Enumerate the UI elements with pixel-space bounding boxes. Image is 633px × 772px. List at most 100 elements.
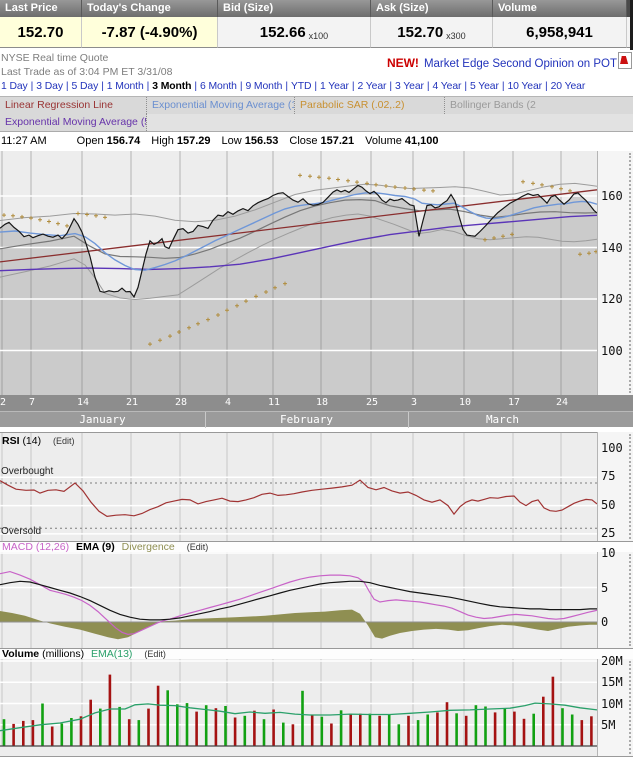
- y-axis-label-5m: 5M: [601, 718, 615, 732]
- axis-dotted-edge: [629, 661, 631, 754]
- nav-separator: |: [352, 81, 355, 92]
- ask-price: 152.70: [397, 24, 443, 41]
- rsi-panel: RSI (14) (Edit) Overbought Oversold: [0, 432, 597, 541]
- nav-separator: |: [240, 81, 243, 92]
- month-label-february: February: [205, 413, 408, 426]
- last-price-header: Last Price: [0, 0, 82, 17]
- x-axis-month-band: JanuaryFebruaryMarch: [0, 411, 633, 427]
- nav-separator: |: [31, 81, 34, 92]
- range-9-month[interactable]: 9 Month: [245, 81, 282, 92]
- range-3-year[interactable]: 3 Year: [395, 81, 424, 92]
- axis-dotted-edge: [629, 554, 631, 646]
- day-tick-14: 14: [76, 397, 90, 408]
- ohlc-low-label: Low: [222, 135, 242, 147]
- day-tick-17: 17: [507, 397, 521, 408]
- ohlc-low-value: 156.53: [245, 135, 279, 147]
- ask-size-header: Ask (Size): [371, 0, 493, 17]
- nav-separator: |: [545, 81, 548, 92]
- new-badge: NEW!: [387, 56, 419, 70]
- nav-separator: |: [66, 81, 69, 92]
- ohlc-high-value: 157.29: [177, 135, 211, 147]
- day-tick-4: 4: [221, 397, 235, 408]
- range-20-year[interactable]: 20 Year: [551, 81, 586, 92]
- ohlc-open-value: 156.74: [107, 135, 141, 147]
- bid-value: 152.66x100: [218, 17, 371, 48]
- main-price-chart: [0, 151, 597, 395]
- range-1-year[interactable]: 1 Year: [320, 81, 349, 92]
- ohlc-volume-value: 41,100: [405, 135, 439, 147]
- legend-bollinger-bands-2: Bollinger Bands (2: [445, 97, 633, 114]
- quote-time: 11:27 AM: [1, 135, 47, 147]
- pdf-icon[interactable]: [618, 52, 632, 69]
- exchange-info: NYSE Real time Quote: [1, 52, 108, 64]
- day-tick-24: 24: [555, 397, 569, 408]
- range-2-year[interactable]: 2 Year: [358, 81, 387, 92]
- main-price-chart-svg: [0, 151, 597, 395]
- day-tick-21: 21: [125, 397, 139, 408]
- day-tick-11: 11: [267, 397, 281, 408]
- nav-separator: |: [389, 81, 392, 92]
- y-axis-label-20m: 20M: [601, 654, 623, 668]
- x-axis-day-band: 2714212841118253101724: [0, 395, 633, 411]
- day-tick-18: 18: [315, 397, 329, 408]
- bid-size-header: Bid (Size): [218, 0, 371, 17]
- range-5-day[interactable]: 5 Day: [72, 81, 99, 92]
- legend-linear-regression-line: Linear Regression Line: [0, 97, 147, 114]
- range-10-year[interactable]: 10 Year: [507, 81, 542, 92]
- nav-separator: |: [427, 81, 430, 92]
- day-tick-10: 10: [458, 397, 472, 408]
- volume-value: 6,958,941: [493, 17, 627, 48]
- y-axis-label-100: 100: [601, 441, 623, 455]
- y-axis-label-10: 10: [601, 546, 615, 560]
- range-1-day[interactable]: 1 Day: [1, 81, 28, 92]
- y-axis-label-75: 75: [601, 469, 615, 483]
- legend-exponential-moving-average-50: Exponential Moving Average (50): [0, 114, 147, 131]
- legend-parabolic-sar-02-2: Parabolic SAR (.02,.2): [295, 97, 445, 114]
- volume-header-strip: Volume (millions) EMA(13) (Edit): [0, 648, 633, 659]
- market-edge-link[interactable]: Market Edge Second Opinion on POT: [424, 58, 617, 70]
- range-ytd[interactable]: YTD: [291, 81, 311, 92]
- macd-edit-link[interactable]: (Edit): [187, 542, 209, 552]
- day-tick-28: 28: [174, 397, 188, 408]
- ohlc-open-label: Open: [77, 135, 104, 147]
- macd-y-axis: [597, 552, 633, 648]
- y-axis-label-10m: 10M: [601, 697, 623, 711]
- volume-edit-link[interactable]: (Edit): [144, 649, 166, 659]
- indicator-legend-row-2: Exponential Moving Average (50): [0, 114, 633, 132]
- range-5-year[interactable]: 5 Year: [470, 81, 499, 92]
- y-axis-label-50: 50: [601, 498, 615, 512]
- y-axis-label-100: 100: [601, 344, 623, 358]
- nav-separator: |: [464, 81, 467, 92]
- day-tick-3: 3: [407, 397, 421, 408]
- bid-size: x100: [309, 31, 329, 41]
- overbought-label: Overbought: [1, 466, 53, 477]
- macd-chart-svg: [0, 552, 597, 648]
- volume-header: Volume: [493, 0, 627, 17]
- day-tick-2: 2: [0, 397, 10, 408]
- range-3-day[interactable]: 3 Day: [36, 81, 63, 92]
- y-axis-label-25: 25: [601, 526, 615, 540]
- y-axis-label-15m: 15M: [601, 675, 623, 689]
- range-4-year[interactable]: 4 Year: [432, 81, 461, 92]
- range-1-month[interactable]: 1 Month: [107, 81, 144, 92]
- month-label-january: January: [0, 413, 205, 426]
- rsi-chart-svg: [0, 433, 597, 542]
- nav-separator: |: [194, 81, 197, 92]
- ohlc-close-label: Close: [289, 135, 317, 147]
- nav-separator: |: [314, 81, 317, 92]
- y-axis-label-5: 5: [601, 581, 608, 595]
- nav-separator: |: [101, 81, 104, 92]
- macd-panel: [0, 552, 597, 648]
- ohlc-high-label: High: [151, 135, 174, 147]
- ohlc-volume-label: Volume: [365, 135, 402, 147]
- quote-value-row: 152.70 -7.87 (-4.90%) 152.66x100 152.70x…: [0, 17, 633, 48]
- month-label-march: March: [408, 413, 597, 426]
- nav-separator: |: [502, 81, 505, 92]
- range-6-month[interactable]: 6 Month: [200, 81, 237, 92]
- day-tick-7: 7: [25, 397, 39, 408]
- y-axis-label-120: 120: [601, 292, 623, 306]
- todays-change-header: Today's Change: [82, 0, 218, 17]
- range-3-month[interactable]: 3 Month: [152, 81, 191, 92]
- last-price-value: 152.70: [0, 17, 82, 48]
- rsi-edit-link[interactable]: (Edit): [53, 436, 75, 446]
